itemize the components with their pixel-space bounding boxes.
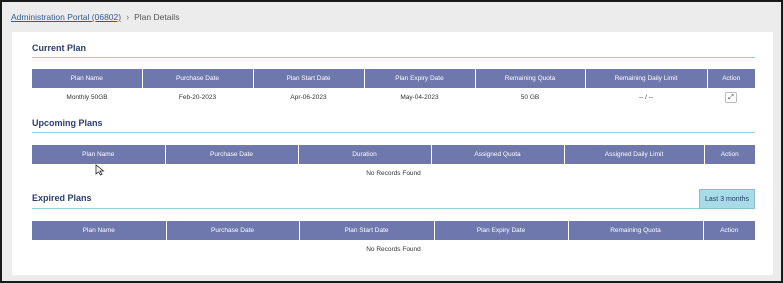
column-header: Plan Start Date [253,69,365,88]
column-header: Purchase Date [166,221,300,240]
expired-plans-divider [32,208,699,209]
column-header: Assigned Daily Limit [564,145,705,164]
breadcrumb-root-link[interactable]: Administration Portal (06802) [11,12,121,22]
column-header: Plan Name [32,221,167,240]
upcoming-plans-table: Plan Name Purchase Date Duration Assigne… [32,145,755,183]
window-frame: Administration Portal (06802) › Plan Det… [0,0,783,283]
start-date-cell: Apr-06-2023 [253,88,364,107]
table-row: Monthly 50GB Feb-20-2023 Apr-06-2023 May… [32,88,755,107]
breadcrumb: Administration Portal (06802) › Plan Det… [11,12,179,22]
current-plan-divider [32,57,755,58]
empty-state-text: No Records Found [32,240,755,259]
remaining-quota-cell: 50 GB [475,88,585,107]
upcoming-plans-title: Upcoming Plans [32,118,103,128]
table-row: No Records Found [32,240,755,259]
expiry-date-cell: May-04-2023 [364,88,475,107]
column-header: Plan Expiry Date [364,69,476,88]
action-cell: ⤢ [707,88,755,107]
mouse-cursor-icon [95,164,105,176]
column-header: Action [703,221,755,240]
current-plan-title: Current Plan [32,43,87,53]
column-header: Remaining Quota [568,221,704,240]
empty-state-text: No Records Found [32,164,755,183]
column-header: Purchase Date [142,69,254,88]
table-header-row: Plan Name Purchase Date Duration Assigne… [32,145,755,164]
current-plan-table: Plan Name Purchase Date Plan Start Date … [32,69,755,107]
column-header: Plan Name [32,69,143,88]
last-3-months-filter-button[interactable]: Last 3 months [699,189,755,209]
table-header-row: Plan Name Purchase Date Plan Start Date … [32,221,755,240]
column-header: Plan Expiry Date [434,221,569,240]
expired-plans-title: Expired Plans [32,193,92,203]
column-header: Remaining Quota [475,69,586,88]
plan-name-cell: Monthly 50GB [32,88,142,107]
table-row: No Records Found [32,164,755,183]
expired-plans-table: Plan Name Purchase Date Plan Start Date … [32,221,755,259]
column-header: Action [707,69,755,88]
column-header: Remaining Daily Limit [585,69,708,88]
remaining-daily-limit-cell: -- / -- [585,88,707,107]
column-header: Purchase Date [165,145,299,164]
purchase-date-cell: Feb-20-2023 [142,88,253,107]
expand-icon[interactable]: ⤢ [725,92,737,103]
upcoming-plans-divider [32,132,755,133]
column-header: Duration [298,145,432,164]
breadcrumb-current: Plan Details [134,12,180,22]
column-header: Plan Start Date [299,221,435,240]
plan-details-card: Current Plan Plan Name Purchase Date Pla… [12,32,773,275]
column-header: Assigned Quota [431,145,565,164]
column-header: Plan Name [32,145,166,164]
breadcrumb-separator: › [126,12,130,22]
table-header-row: Plan Name Purchase Date Plan Start Date … [32,69,755,88]
column-header: Action [704,145,755,164]
